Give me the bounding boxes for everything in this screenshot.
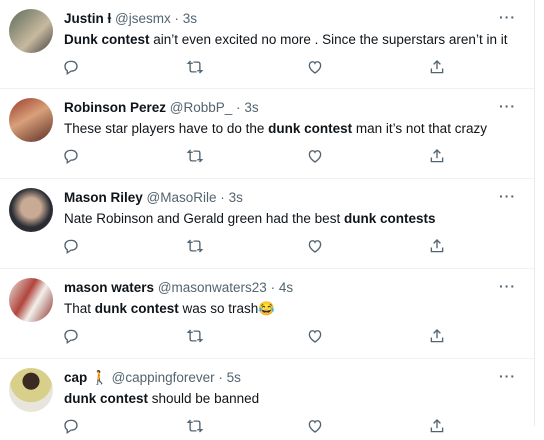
like-icon[interactable] [306, 417, 326, 437]
highlight-term: dunk contests [343, 211, 436, 226]
highlight-term: Dunk contest [64, 32, 150, 47]
handle[interactable]: @jsesmx [115, 11, 171, 26]
avatar[interactable] [9, 9, 53, 53]
more-options-icon[interactable]: ··· [499, 279, 516, 293]
avatar[interactable] [9, 368, 53, 412]
retweet-icon[interactable] [186, 237, 206, 257]
handle[interactable]: @masonwaters23 [158, 280, 267, 295]
tweet-actions [0, 147, 534, 167]
tweet[interactable]: mason waters @masonwaters23 · 4s ··· Tha… [0, 269, 534, 359]
handle[interactable]: @MasoRile [147, 190, 217, 205]
share-icon[interactable] [428, 147, 448, 167]
like-icon[interactable] [306, 58, 326, 78]
display-name[interactable]: Justin ƚ [64, 11, 111, 26]
tweet[interactable]: Robinson Perez @RobbP_ · 3s ··· These st… [0, 89, 534, 179]
avatar[interactable] [9, 278, 53, 322]
highlight-term: dunk contest [94, 301, 179, 316]
tweet-feed: Justin ƚ @jsesmx · 3s ··· Dunk contest a… [0, 0, 534, 435]
tweet-text-pre: These star players have to do the [64, 121, 269, 136]
laughing-emoji: 😂 [258, 301, 276, 316]
display-name[interactable]: Mason Riley [64, 190, 143, 205]
tweet-text-rest: ain’t even excited no more . Since the s… [149, 32, 508, 47]
retweet-icon[interactable] [186, 327, 206, 347]
like-icon[interactable] [306, 147, 326, 167]
tweet-text: Dunk contest ain’t even excited no more … [64, 32, 507, 48]
tweet-header: Justin ƚ @jsesmx · 3s [64, 11, 197, 27]
tweet-actions [0, 417, 534, 437]
tweet-header: Robinson Perez @RobbP_ · 3s [64, 100, 259, 116]
like-icon[interactable] [306, 237, 326, 257]
retweet-icon[interactable] [186, 417, 206, 437]
more-options-icon[interactable]: ··· [499, 189, 516, 203]
separator-dot: · [174, 11, 180, 26]
tweet[interactable]: Justin ƚ @jsesmx · 3s ··· Dunk contest a… [0, 0, 534, 89]
avatar[interactable] [9, 98, 53, 142]
tweet-text: These star players have to do the dunk c… [64, 121, 487, 137]
timestamp[interactable]: 3s [244, 100, 258, 115]
tweet-actions [0, 327, 534, 347]
display-name[interactable]: cap [64, 370, 87, 385]
share-icon[interactable] [428, 417, 448, 437]
tweet-actions [0, 237, 534, 257]
separator-dot: · [236, 100, 241, 115]
column-divider [534, 0, 535, 426]
tweet-header: cap 🚶 @cappingforever · 5s [64, 370, 241, 386]
handle[interactable]: @cappingforever [112, 370, 215, 385]
tweet-text: dunk contest should be banned [64, 391, 259, 407]
tweet-text-rest: should be banned [148, 391, 260, 406]
more-options-icon[interactable]: ··· [499, 99, 516, 113]
more-options-icon[interactable]: ··· [499, 369, 516, 383]
highlight-term: dunk contest [64, 391, 149, 406]
timestamp[interactable]: 3s [183, 11, 197, 26]
retweet-icon[interactable] [186, 147, 206, 167]
timestamp[interactable]: 4s [279, 280, 293, 295]
reply-icon[interactable] [62, 147, 82, 167]
walking-person-emoji: 🚶 [91, 370, 108, 385]
tweet-header: Mason Riley @MasoRile · 3s [64, 190, 243, 206]
tweet-text-pre: Nate Robinson and Gerald green had the b… [64, 211, 344, 226]
tweet-text-rest: man it’s not that crazy [352, 121, 487, 136]
timestamp[interactable]: 3s [229, 190, 243, 205]
tweet-text-pre: That [64, 301, 95, 316]
retweet-icon[interactable] [186, 58, 206, 78]
highlight-term: dunk contest [268, 121, 353, 136]
reply-icon[interactable] [62, 237, 82, 257]
separator-dot: · [220, 190, 225, 205]
display-name[interactable]: Robinson Perez [64, 100, 166, 115]
share-icon[interactable] [428, 327, 448, 347]
reply-icon[interactable] [62, 417, 82, 437]
share-icon[interactable] [428, 58, 448, 78]
avatar[interactable] [9, 188, 53, 232]
tweet[interactable]: cap 🚶 @cappingforever · 5s ··· dunk cont… [0, 359, 534, 435]
display-name[interactable]: mason waters [64, 280, 154, 295]
like-icon[interactable] [306, 327, 326, 347]
reply-icon[interactable] [62, 58, 82, 78]
tweet[interactable]: Mason Riley @MasoRile · 3s ··· Nate Robi… [0, 179, 534, 269]
reply-icon[interactable] [62, 327, 82, 347]
share-icon[interactable] [428, 237, 448, 257]
tweet-text: Nate Robinson and Gerald green had the b… [64, 211, 435, 227]
tweet-header: mason waters @masonwaters23 · 4s [64, 280, 293, 296]
tweet-actions [0, 58, 534, 78]
more-options-icon[interactable]: ··· [499, 10, 516, 24]
timestamp[interactable]: 5s [227, 370, 241, 385]
tweet-text: That dunk contest was so trash😂 [64, 301, 275, 317]
separator-dot: · [218, 370, 223, 385]
separator-dot: · [270, 280, 276, 295]
tweet-text-rest: was so trash [178, 301, 259, 316]
handle[interactable]: @RobbP_ [170, 100, 233, 115]
